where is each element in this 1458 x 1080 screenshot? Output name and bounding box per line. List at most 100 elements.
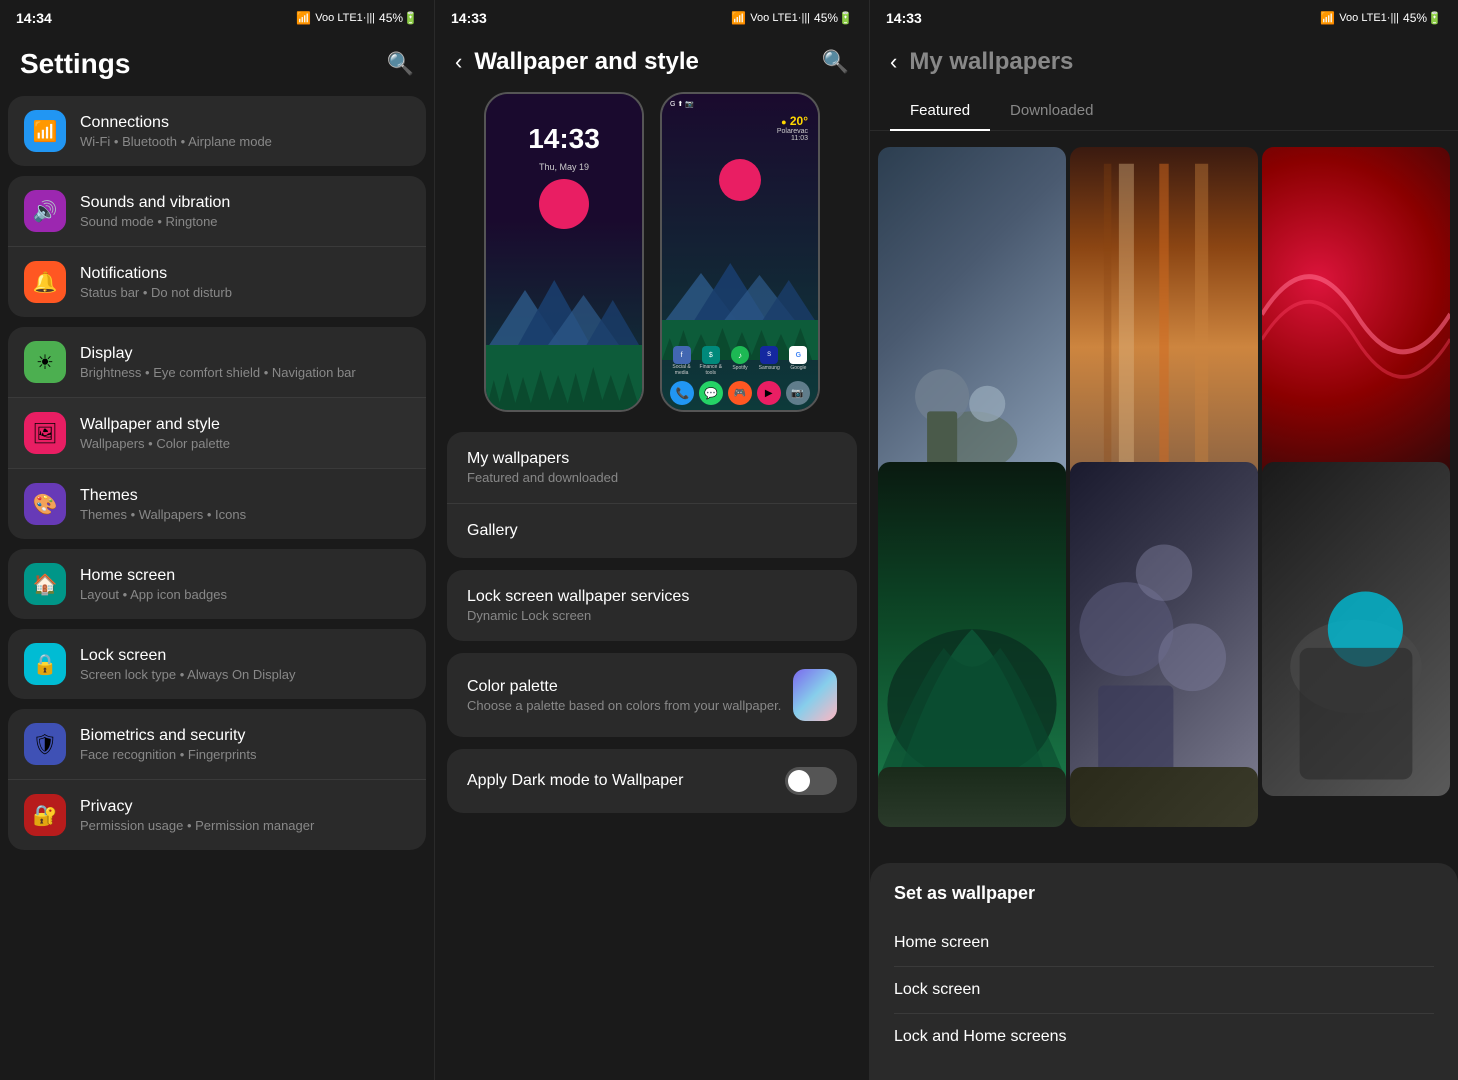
- settings-group-lockscreen: 🔒 Lock screen Screen lock type • Always …: [8, 629, 426, 699]
- wallpaper-search-icon[interactable]: 🔍: [822, 49, 849, 75]
- sounds-title: Sounds and vibration: [80, 194, 410, 212]
- lockscreen-subtitle: Screen lock type • Always On Display: [80, 667, 410, 682]
- gallery-title: Gallery: [467, 522, 837, 540]
- set-lock-and-home-option[interactable]: Lock and Home screens: [894, 1014, 1434, 1060]
- wallpaper-thumb-8[interactable]: [1070, 767, 1258, 827]
- status-bar-2: 14:33 📶 Voo LTE1·||| 45%🔋: [435, 0, 869, 36]
- themes-subtitle: Themes • Wallpapers • Icons: [80, 507, 410, 522]
- privacy-icon: 🔐: [24, 794, 66, 836]
- settings-group-connections: 📶 Connections Wi-Fi • Bluetooth • Airpla…: [8, 96, 426, 166]
- signal-icon: Voo LTE1·|||: [315, 12, 375, 24]
- wallpaper-thumb-2[interactable]: [1070, 147, 1258, 481]
- privacy-subtitle: Permission usage • Permission manager: [80, 818, 410, 833]
- wallpaper-subtitle: Wallpapers • Color palette: [80, 436, 410, 451]
- lock-screen-services-item[interactable]: Lock screen wallpaper services Dynamic L…: [447, 570, 857, 641]
- dark-mode-label: Apply Dark mode to Wallpaper: [467, 772, 785, 790]
- connections-subtitle: Wi-Fi • Bluetooth • Airplane mode: [80, 134, 410, 149]
- set-as-wallpaper-popup: Set as wallpaper Home screen Lock screen…: [870, 863, 1458, 1080]
- settings-item-themes[interactable]: 🎨 Themes Themes • Wallpapers • Icons: [8, 469, 426, 539]
- dark-mode-row: Apply Dark mode to Wallpaper: [447, 749, 857, 813]
- lock-screen-trees: [486, 345, 642, 410]
- homescreen-subtitle: Layout • App icon badges: [80, 587, 410, 602]
- connections-text: Connections Wi-Fi • Bluetooth • Airplane…: [80, 114, 410, 149]
- lock-screen-preview: 14:33 Thu, May 19: [486, 94, 642, 410]
- sounds-text: Sounds and vibration Sound mode • Ringto…: [80, 194, 410, 229]
- battery-icon: 45%🔋: [379, 11, 418, 25]
- home-status-bar: G ⬆ 📷: [670, 100, 810, 108]
- color-palette-title: Color palette: [467, 678, 793, 696]
- notifications-title: Notifications: [80, 265, 410, 283]
- dock-camera: 📷: [786, 381, 810, 405]
- my-wallpapers-menu-item[interactable]: My wallpapers Featured and downloaded: [447, 432, 857, 504]
- settings-item-connections[interactable]: 📶 Connections Wi-Fi • Bluetooth • Airpla…: [8, 96, 426, 166]
- wallpaper-thumb-1[interactable]: [878, 147, 1066, 481]
- themes-icon: 🎨: [24, 483, 66, 525]
- gallery-menu-item[interactable]: Gallery: [447, 504, 857, 558]
- set-lock-screen-option[interactable]: Lock screen: [894, 967, 1434, 1014]
- biometrics-text: Biometrics and security Face recognition…: [80, 727, 410, 762]
- connections-title: Connections: [80, 114, 410, 132]
- lock-screen-services-subtitle: Dynamic Lock screen: [467, 608, 837, 623]
- settings-list: 📶 Connections Wi-Fi • Bluetooth • Airpla…: [0, 96, 434, 1080]
- wifi-icon-2: 📶: [731, 11, 746, 25]
- color-palette-subtitle: Choose a palette based on colors from yo…: [467, 698, 793, 713]
- home-mountains: [662, 255, 818, 325]
- home-status-icons-left: G ⬆ 📷: [670, 100, 694, 108]
- tab-downloaded[interactable]: Downloaded: [990, 92, 1113, 131]
- lockscreen-icon: 🔒: [24, 643, 66, 685]
- dark-mode-group: Apply Dark mode to Wallpaper: [447, 749, 857, 813]
- lock-screen-services-title: Lock screen wallpaper services: [467, 588, 837, 606]
- status-time-1: 14:34: [16, 10, 52, 26]
- tab-featured[interactable]: Featured: [890, 92, 990, 131]
- wallpaper-thumb-6[interactable]: [1262, 462, 1450, 796]
- settings-item-biometrics[interactable]: 🛡 Biometrics and security Face recogniti…: [8, 709, 426, 780]
- dock-game: 🎮: [728, 381, 752, 405]
- home-temp: ● 20°: [777, 114, 808, 128]
- color-palette-item[interactable]: Color palette Choose a palette based on …: [447, 653, 857, 737]
- wallpaper-icon: 🖼: [24, 412, 66, 454]
- status-time-3: 14:33: [886, 10, 922, 26]
- wallpaper-thumb-5[interactable]: [1070, 462, 1258, 796]
- app-label-finance: $ Finance &tools: [697, 346, 724, 376]
- themes-title: Themes: [80, 487, 410, 505]
- wallpaper-back-button[interactable]: ‹: [455, 49, 462, 75]
- wallpaper-thumb-3[interactable]: [1262, 147, 1450, 481]
- color-palette-group: Color palette Choose a palette based on …: [447, 653, 857, 737]
- lock-screen-services-group: Lock screen wallpaper services Dynamic L…: [447, 570, 857, 641]
- wallpaper-thumb-4[interactable]: [878, 462, 1066, 796]
- biometrics-subtitle: Face recognition • Fingerprints: [80, 747, 410, 762]
- app-label-google: G Google: [785, 346, 812, 376]
- toggle-knob: [788, 770, 810, 792]
- my-wallpapers-title: My wallpapers: [467, 450, 837, 468]
- status-icons-2: 📶 Voo LTE1·||| 45%🔋: [731, 11, 853, 25]
- popup-title: Set as wallpaper: [894, 883, 1434, 904]
- settings-header: Settings 🔍: [0, 36, 434, 96]
- privacy-title: Privacy: [80, 798, 410, 816]
- settings-item-display[interactable]: ☀ Display Brightness • Eye comfort shiel…: [8, 327, 426, 398]
- home-screen-preview: G ⬆ 📷 ● 20° Polarevac11:03: [662, 94, 818, 410]
- settings-item-privacy[interactable]: 🔐 Privacy Permission usage • Permission …: [8, 780, 426, 850]
- mywallpapers-back-button[interactable]: ‹: [890, 49, 897, 75]
- home-location: Polarevac11:03: [777, 128, 808, 142]
- settings-item-homescreen[interactable]: 🏠 Home screen Layout • App icon badges: [8, 549, 426, 619]
- settings-item-lockscreen[interactable]: 🔒 Lock screen Screen lock type • Always …: [8, 629, 426, 699]
- settings-search-icon[interactable]: 🔍: [387, 51, 414, 77]
- lock-screen-time: 14:33: [528, 124, 600, 155]
- homescreen-title: Home screen: [80, 567, 410, 585]
- wallpaper-thumb-7[interactable]: [878, 767, 1066, 827]
- settings-item-sounds[interactable]: 🔊 Sounds and vibration Sound mode • Ring…: [8, 176, 426, 247]
- settings-item-wallpaper[interactable]: 🖼 Wallpaper and style Wallpapers • Color…: [8, 398, 426, 469]
- dark-mode-toggle[interactable]: [785, 767, 837, 795]
- settings-item-notifications[interactable]: 🔔 Notifications Status bar • Do not dist…: [8, 247, 426, 317]
- lockscreen-title: Lock screen: [80, 647, 410, 665]
- lock-screen-mockup[interactable]: 14:33 Thu, May 19: [484, 92, 644, 412]
- home-screen-mockup[interactable]: G ⬆ 📷 ● 20° Polarevac11:03: [660, 92, 820, 412]
- biometrics-title: Biometrics and security: [80, 727, 410, 745]
- set-home-screen-option[interactable]: Home screen: [894, 920, 1434, 967]
- wallpaper-preview-section: 14:33 Thu, May 19 G ⬆ 📷 ● 20° Pol: [435, 92, 869, 432]
- app-label-social: f Social &media: [668, 346, 695, 376]
- display-title: Display: [80, 345, 410, 363]
- app-label-samsung: S Samsung: [756, 346, 783, 376]
- wallpaper-page-title: Wallpaper and style: [474, 48, 809, 76]
- home-dock: 📞 💬 🎮 ▶ 📷: [668, 381, 812, 405]
